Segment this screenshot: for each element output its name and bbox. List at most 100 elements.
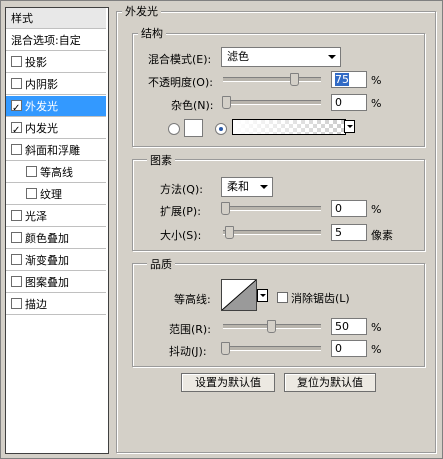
chevron-down-icon [328, 55, 336, 59]
size-label: 大小(S): [160, 229, 202, 242]
noise-slider[interactable] [222, 96, 321, 109]
blend-mode-select[interactable]: 滤色 [221, 47, 341, 67]
spread-input[interactable]: 0 [331, 200, 367, 217]
spread-unit: % [371, 203, 382, 216]
layer-style-dialog: 样式 混合选项:自定 投影 内阴影 外发光 内发光 斜面和浮雕 等高线 纹理 光… [0, 0, 443, 459]
jitter-slider-thumb[interactable] [221, 342, 230, 355]
range-value: 50 [335, 320, 349, 333]
pattern-overlay-label: 图案叠加 [25, 276, 69, 289]
glow-gradient-picker[interactable] [232, 119, 346, 135]
stroke-checkbox[interactable] [11, 298, 22, 309]
antialias-label: 消除锯齿(L) [291, 292, 350, 305]
outer-glow-title: 外发光 [122, 3, 161, 19]
noise-unit: % [371, 97, 382, 110]
outer-glow-label: 外发光 [25, 100, 58, 113]
opacity-slider-thumb[interactable] [289, 73, 299, 86]
structure-title: 结构 [138, 25, 166, 41]
jitter-input[interactable]: 0 [331, 340, 367, 357]
gradient-radio[interactable] [215, 123, 227, 135]
size-slider-thumb[interactable] [225, 226, 234, 239]
method-label: 方法(Q): [160, 183, 203, 196]
inner-glow-label: 内发光 [25, 122, 58, 135]
style-item-drop-shadow[interactable]: 投影 [6, 52, 106, 73]
chevron-down-icon [260, 185, 268, 189]
gradient-chevron-down-icon[interactable] [344, 120, 355, 133]
method-select[interactable]: 柔和 [221, 177, 273, 197]
reset-default-button[interactable]: 复位为默认值 [284, 373, 376, 392]
color-overlay-checkbox[interactable] [11, 232, 22, 243]
texture-label: 纹理 [40, 188, 62, 201]
color-radio[interactable] [168, 123, 180, 135]
noise-input[interactable]: 0 [331, 94, 367, 111]
noise-slider-thumb[interactable] [222, 96, 231, 109]
gradient-overlay-checkbox[interactable] [11, 254, 22, 265]
spread-slider-thumb[interactable] [221, 202, 230, 215]
jitter-value: 0 [335, 342, 342, 355]
styles-header-label: 样式 [11, 12, 33, 25]
size-unit: 像素 [371, 229, 393, 242]
spread-value: 0 [335, 202, 342, 215]
method-value: 柔和 [227, 180, 249, 193]
set-default-button[interactable]: 设置为默认值 [181, 373, 275, 392]
drop-shadow-checkbox[interactable] [11, 56, 22, 67]
satin-label: 光泽 [25, 210, 47, 223]
gradient-overlay-label: 渐变叠加 [25, 254, 69, 267]
drop-shadow-label: 投影 [25, 56, 47, 69]
contour-chevron-down-icon[interactable] [257, 289, 268, 302]
range-slider-thumb[interactable] [267, 320, 276, 333]
range-unit: % [371, 321, 382, 334]
spread-label: 扩展(P): [160, 205, 201, 218]
style-item-pattern-overlay[interactable]: 图案叠加 [6, 272, 106, 293]
size-slider[interactable] [223, 226, 321, 239]
noise-value: 0 [335, 96, 342, 109]
contour-label: 等高线: [174, 293, 211, 306]
style-item-inner-shadow[interactable]: 内阴影 [6, 74, 106, 95]
inner-glow-checkbox[interactable] [11, 120, 22, 141]
elements-title: 图素 [147, 152, 175, 168]
outer-glow-checkbox[interactable] [11, 98, 22, 119]
style-item-stroke[interactable]: 描边 [6, 294, 106, 315]
linear-contour-icon [222, 280, 256, 310]
style-item-inner-glow[interactable]: 内发光 [6, 118, 106, 141]
range-label: 范围(R): [169, 323, 211, 336]
opacity-value: 75 [335, 73, 349, 86]
jitter-unit: % [371, 343, 382, 356]
style-item-texture[interactable]: 纹理 [6, 184, 106, 205]
style-item-gradient-overlay[interactable]: 渐变叠加 [6, 250, 106, 271]
pattern-overlay-checkbox[interactable] [11, 276, 22, 287]
inner-shadow-checkbox[interactable] [11, 78, 22, 89]
inner-shadow-label: 内阴影 [25, 78, 58, 91]
antialias-checkbox[interactable] [277, 292, 288, 303]
spread-slider[interactable] [221, 202, 321, 215]
blend-mode-label: 混合模式(E): [148, 53, 212, 66]
size-input[interactable]: 5 [331, 224, 367, 241]
range-input[interactable]: 50 [331, 318, 367, 335]
range-slider[interactable] [223, 320, 321, 333]
styles-header[interactable]: 样式 [6, 8, 106, 29]
noise-label: 杂色(N): [171, 99, 214, 112]
blend-mode-value: 滤色 [227, 50, 249, 63]
style-item-bevel-emboss[interactable]: 斜面和浮雕 [6, 140, 106, 161]
style-item-outer-glow[interactable]: 外发光 [6, 96, 106, 119]
color-overlay-label: 颜色叠加 [25, 232, 69, 245]
bevel-emboss-checkbox[interactable] [11, 144, 22, 155]
size-value: 5 [335, 226, 342, 239]
style-item-color-overlay[interactable]: 颜色叠加 [6, 228, 106, 249]
contour-label: 等高线 [40, 166, 73, 179]
blend-options-label: 混合选项:自定 [11, 34, 81, 47]
style-item-contour[interactable]: 等高线 [6, 162, 106, 183]
glow-color-swatch[interactable] [184, 119, 203, 137]
jitter-slider[interactable] [221, 342, 321, 355]
texture-checkbox[interactable] [26, 188, 37, 199]
contour-checkbox[interactable] [26, 166, 37, 177]
style-item-satin[interactable]: 光泽 [6, 206, 106, 227]
contour-picker[interactable] [221, 279, 257, 311]
opacity-label: 不透明度(O): [148, 76, 213, 89]
opacity-unit: % [371, 74, 382, 87]
opacity-input[interactable]: 75 [331, 71, 367, 88]
stroke-label: 描边 [25, 298, 47, 311]
bevel-emboss-label: 斜面和浮雕 [25, 144, 80, 157]
satin-checkbox[interactable] [11, 210, 22, 221]
blend-options-item[interactable]: 混合选项:自定 [6, 30, 106, 51]
opacity-slider[interactable] [223, 73, 321, 86]
